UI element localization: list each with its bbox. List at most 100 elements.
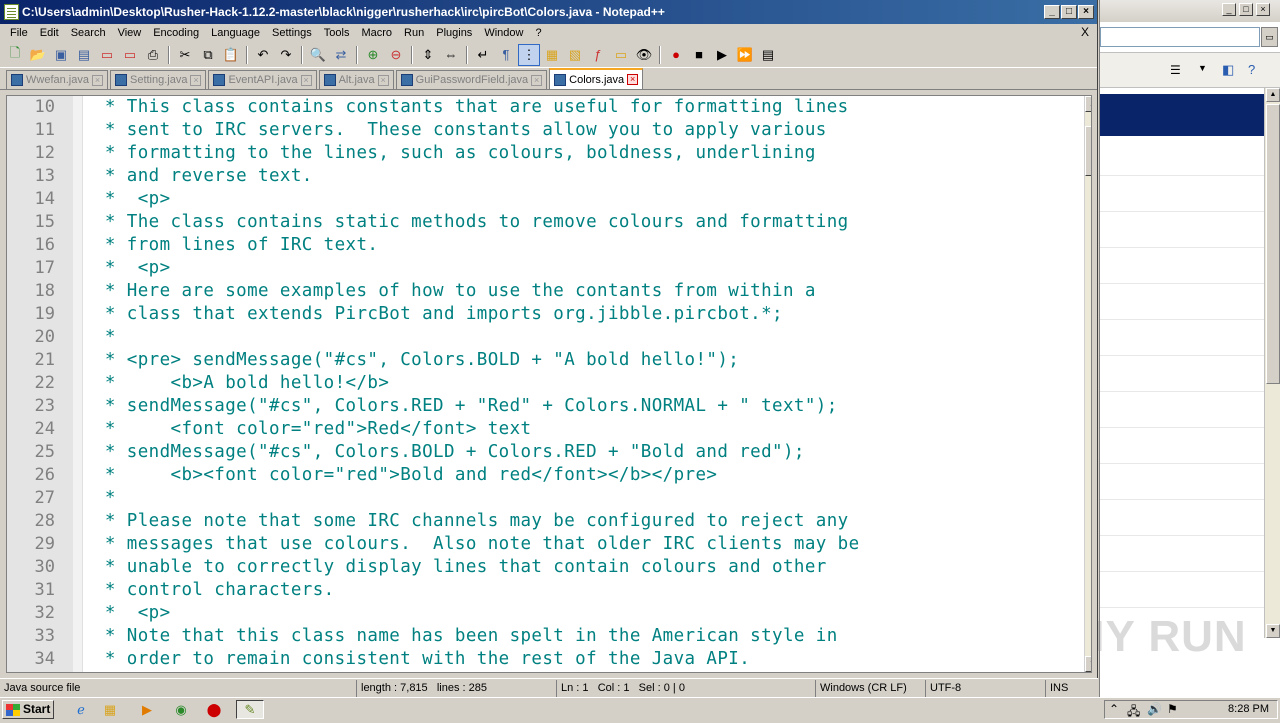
menu-plugins[interactable]: Plugins <box>430 24 478 42</box>
maximize-button[interactable]: □ <box>1061 5 1077 19</box>
tab-guipasswordfield[interactable]: GuiPasswordField.java × <box>395 70 548 89</box>
stop-recording-icon[interactable]: ■ <box>688 44 710 66</box>
tab-wwefan[interactable]: Wwefan.java × <box>6 70 108 89</box>
editor-area[interactable]: 10 * This class contains constants that … <box>6 95 1092 673</box>
paste-icon[interactable]: 📋 <box>220 44 242 66</box>
list-item[interactable] <box>1100 176 1264 212</box>
tab-close-icon[interactable]: × <box>300 74 312 86</box>
undo-icon[interactable]: ↶ <box>252 44 274 66</box>
close-file-icon[interactable]: ▭ <box>96 44 118 66</box>
folder-workspace-icon[interactable]: ▭ <box>610 44 632 66</box>
list-item[interactable] <box>1100 500 1264 536</box>
code-line[interactable]: 18 * Here are some examples of how to us… <box>7 280 1077 303</box>
clock[interactable]: 8:28 PM <box>1228 703 1269 715</box>
code-line[interactable]: 17 * <p> <box>7 257 1077 280</box>
list-item[interactable] <box>1100 356 1264 392</box>
bg-close-button[interactable]: × <box>1256 3 1270 16</box>
code-line[interactable]: 22 * <b>A bold hello!</b> <box>7 372 1077 395</box>
code-line[interactable]: 21 * <pre> sendMessage("#cs", Colors.BOL… <box>7 349 1077 372</box>
preview-pane-icon[interactable]: ◧ <box>1222 62 1234 78</box>
action-center-flag-icon[interactable]: ⚑ <box>1167 702 1178 716</box>
start-button[interactable]: Start <box>2 700 54 719</box>
user-language-icon[interactable]: ▦ <box>541 44 563 66</box>
list-item[interactable] <box>1100 248 1264 284</box>
code-line[interactable]: 33 * Note that this class name has been … <box>7 625 1077 648</box>
bg-scrollbar[interactable]: ▲ ▼ <box>1264 88 1280 638</box>
chevron-down-icon[interactable]: ▼ <box>1198 63 1207 73</box>
zoom-in-icon[interactable]: ⊕ <box>362 44 384 66</box>
play-macro-icon[interactable]: ▶ <box>711 44 733 66</box>
code-line[interactable]: 26 * <b><font color="red">Bold and red</… <box>7 464 1077 487</box>
code-line[interactable]: 31 * control characters. <box>7 579 1077 602</box>
show-hidden-icons-icon[interactable]: ⌃ <box>1109 702 1119 716</box>
tab-setting[interactable]: Setting.java × <box>109 70 207 89</box>
menu-view[interactable]: View <box>112 24 148 42</box>
notepadpp-taskbar-icon[interactable]: ✎ <box>236 700 264 719</box>
show-all-characters-icon[interactable]: ¶ <box>495 44 517 66</box>
indent-guide-icon[interactable]: ⋮ <box>518 43 540 66</box>
code-line[interactable]: 30 * unable to correctly display lines t… <box>7 556 1077 579</box>
menu-tools[interactable]: Tools <box>318 24 356 42</box>
bg-minimize-button[interactable]: _ <box>1222 3 1236 16</box>
opera-icon[interactable]: ⬤ <box>203 700 225 719</box>
code-line[interactable]: 11 * sent to IRC servers. These constant… <box>7 119 1077 142</box>
close-all-icon[interactable]: ▭ <box>119 44 141 66</box>
scroll-thumb[interactable] <box>1085 126 1091 176</box>
scroll-up-arrow-icon[interactable]: ▲ <box>1266 88 1280 102</box>
list-item[interactable] <box>1100 536 1264 572</box>
menu-settings[interactable]: Settings <box>266 24 318 42</box>
code-line[interactable]: 10 * This class contains constants that … <box>7 96 1077 119</box>
minimize-button[interactable]: _ <box>1044 5 1060 19</box>
code-line[interactable]: 14 * <p> <box>7 188 1077 211</box>
tab-alt[interactable]: Alt.java × <box>318 70 394 89</box>
volume-icon[interactable]: 🔊 <box>1147 702 1162 716</box>
code-line[interactable]: 19 * class that extends PircBot and impo… <box>7 303 1077 326</box>
internet-explorer-icon[interactable]: ℯ <box>70 700 92 719</box>
code-line[interactable]: 24 * <font color="red">Red</font> text <box>7 418 1077 441</box>
print-icon[interactable]: ⎙ <box>142 44 164 66</box>
bg-maximize-button[interactable]: □ <box>1239 3 1253 16</box>
code-line[interactable]: 23 * sendMessage("#cs", Colors.RED + "Re… <box>7 395 1077 418</box>
list-item[interactable] <box>1100 284 1264 320</box>
copy-icon[interactable]: ⧉ <box>197 44 219 66</box>
menu-search[interactable]: Search <box>65 24 112 42</box>
file-explorer-icon[interactable]: ▦ <box>99 700 121 719</box>
menu-window[interactable]: Window <box>478 24 529 42</box>
word-wrap-icon[interactable]: ↵ <box>472 44 494 66</box>
menu-language[interactable]: Language <box>205 24 266 42</box>
scroll-down-arrow-icon[interactable]: ▼ <box>1085 656 1091 672</box>
play-macro-multiple-icon[interactable]: ⏩ <box>734 44 756 66</box>
save-icon[interactable]: ▣ <box>50 44 72 66</box>
list-item[interactable] <box>1100 428 1264 464</box>
chrome-icon[interactable]: ◉ <box>170 700 192 719</box>
menu-macro[interactable]: Macro <box>355 24 398 42</box>
new-file-icon[interactable]: 🗋 <box>4 44 26 66</box>
replace-icon[interactable]: ⇄ <box>330 44 352 66</box>
tab-colors[interactable]: Colors.java × <box>549 68 644 89</box>
tab-close-icon[interactable]: × <box>627 74 639 85</box>
list-item[interactable] <box>1100 464 1264 500</box>
doc-map-icon[interactable]: ▧ <box>564 44 586 66</box>
code-line[interactable]: 28 * Please note that some IRC channels … <box>7 510 1077 533</box>
code-line[interactable]: 29 * messages that use colours. Also not… <box>7 533 1077 556</box>
save-macro-icon[interactable]: ▤ <box>757 44 779 66</box>
editor-vertical-scrollbar[interactable]: ▲ ▼ <box>1084 96 1091 672</box>
open-file-icon[interactable]: 📂 <box>27 44 49 66</box>
function-list-icon[interactable]: ƒ <box>587 44 609 66</box>
tab-eventapi[interactable]: EventAPI.java × <box>208 70 317 89</box>
menu-edit[interactable]: Edit <box>34 24 65 42</box>
code-line[interactable]: 15 * The class contains static methods t… <box>7 211 1077 234</box>
sync-horizontal-icon[interactable]: ⇔ <box>440 44 462 66</box>
menu-run[interactable]: Run <box>398 24 430 42</box>
code-line[interactable]: 20 * <box>7 326 1077 349</box>
code-line[interactable]: 32 * <p> <box>7 602 1077 625</box>
code-line[interactable]: 16 * from lines of IRC text. <box>7 234 1077 257</box>
tab-close-icon[interactable]: × <box>377 74 389 86</box>
code-line[interactable]: 34 * order to remain consistent with the… <box>7 648 1077 671</box>
find-icon[interactable]: 🔍 <box>307 44 329 66</box>
save-all-icon[interactable]: ▤ <box>73 44 95 66</box>
close-document-button[interactable]: X <box>1081 25 1089 39</box>
list-item[interactable] <box>1100 140 1264 176</box>
record-macro-icon[interactable]: ● <box>665 44 687 66</box>
bg-address-field[interactable] <box>1100 27 1260 47</box>
